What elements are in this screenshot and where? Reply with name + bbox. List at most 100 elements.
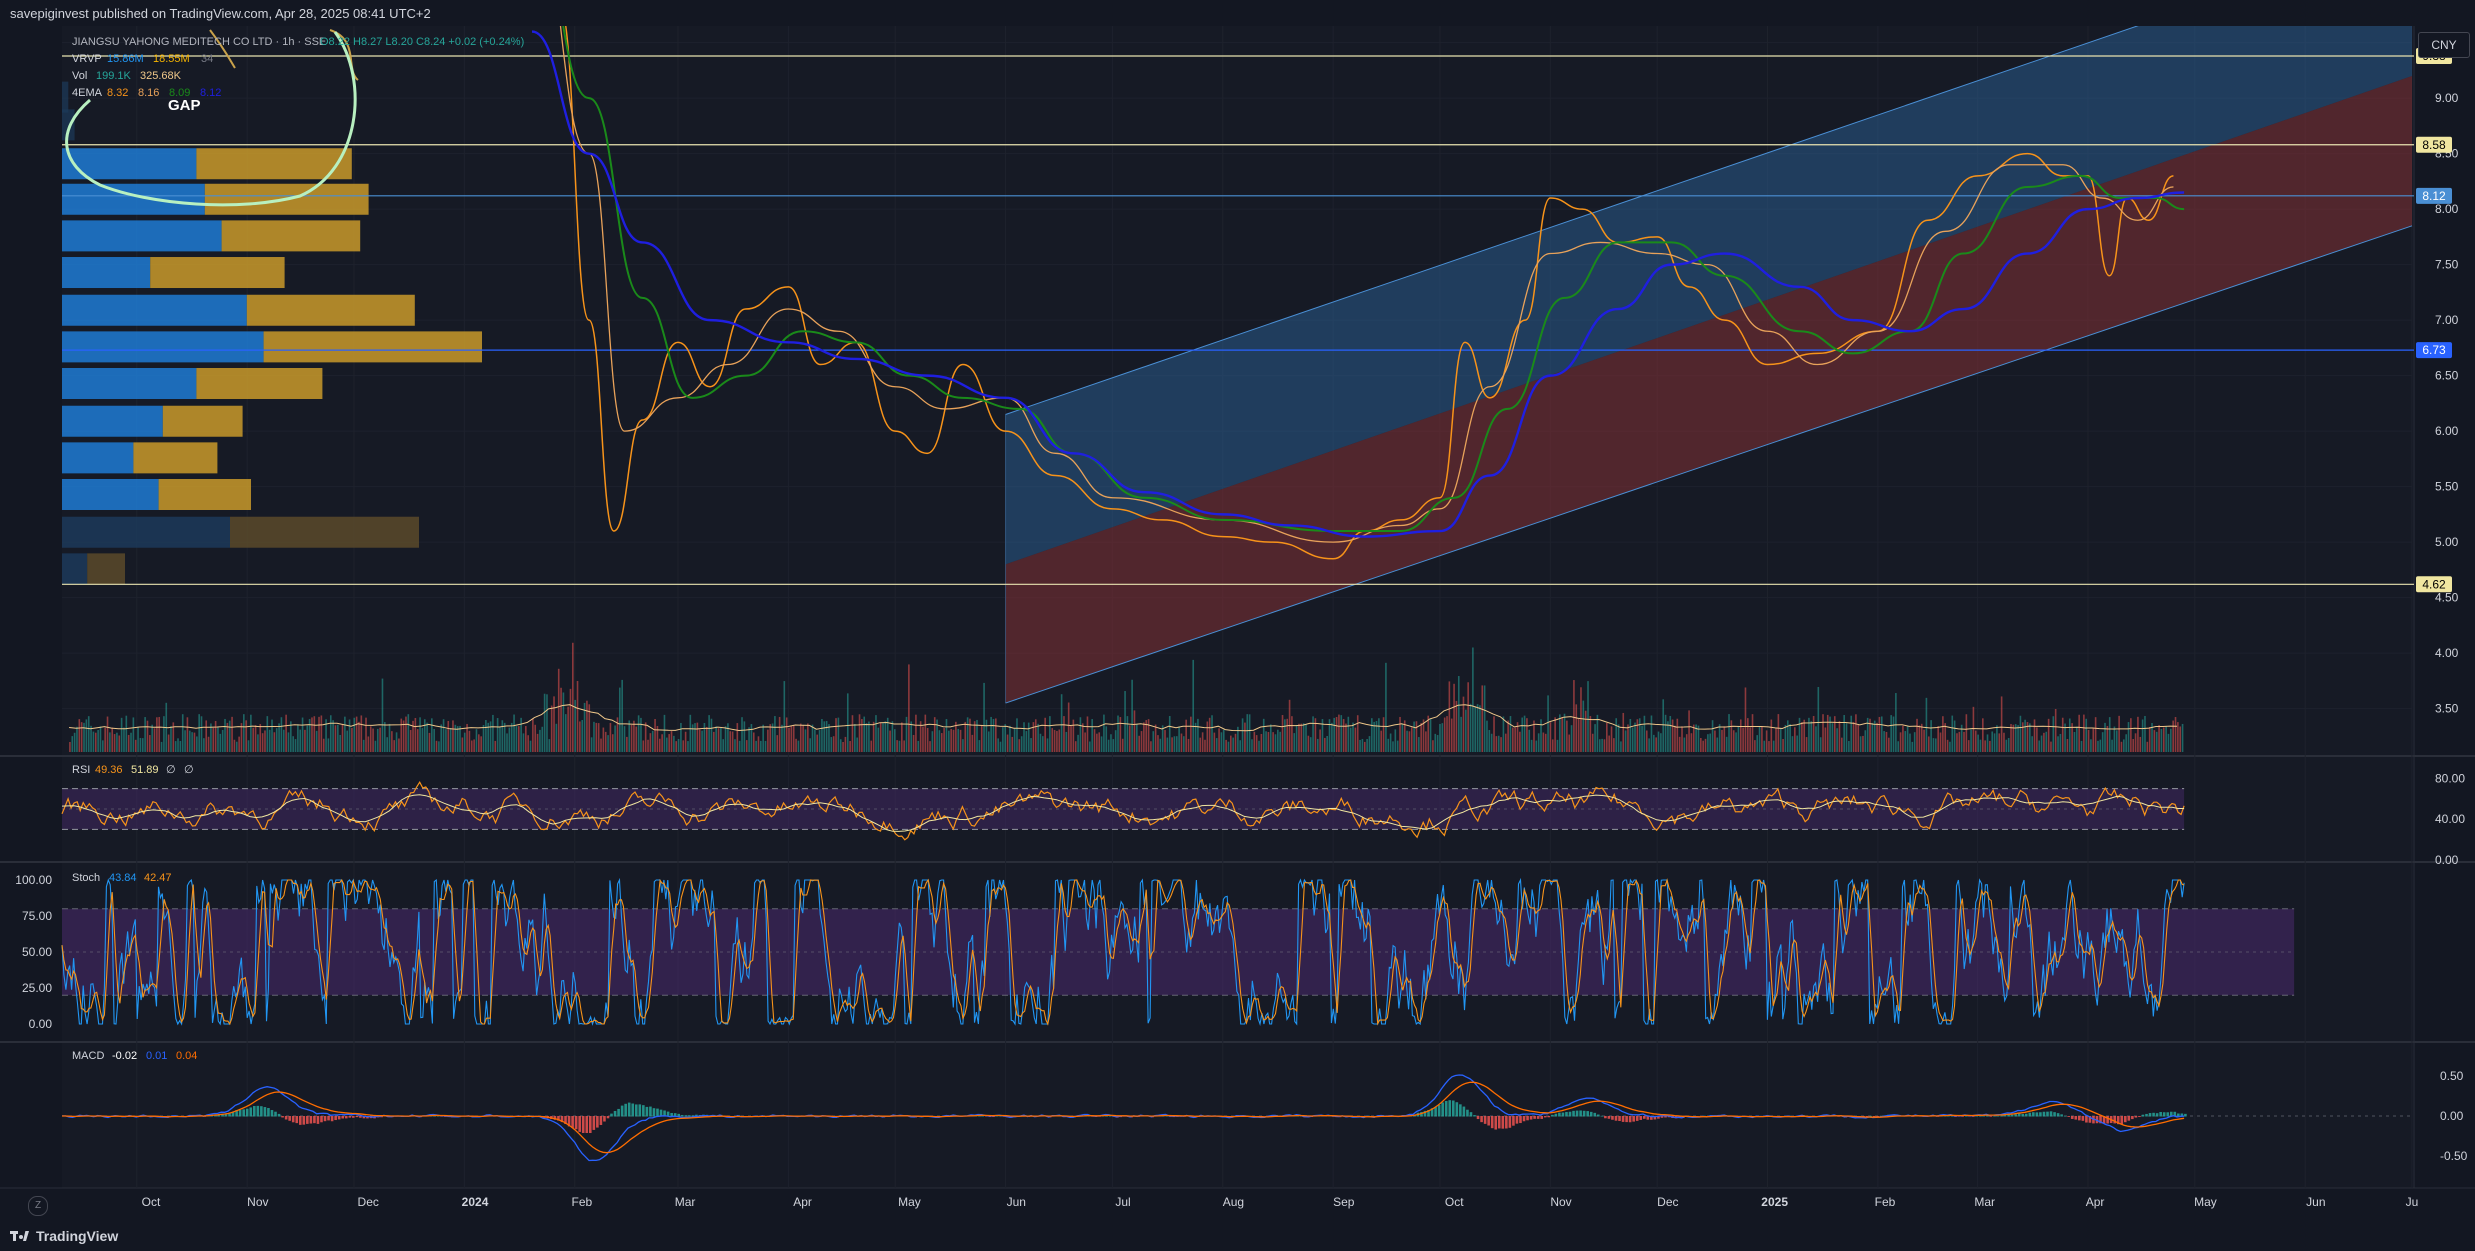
volume-bar	[1833, 716, 1836, 752]
volume-bar	[501, 720, 504, 752]
zoom-button[interactable]: Z	[28, 1196, 48, 1216]
volume-bar	[1561, 717, 1563, 752]
volume-bar	[461, 737, 464, 752]
volume-bar	[720, 728, 722, 752]
volume-bar	[825, 720, 828, 752]
macd-histogram-bar	[281, 1116, 284, 1118]
volume-bar	[205, 720, 208, 752]
volume-bar	[423, 719, 426, 752]
macd-histogram-bar	[2145, 1113, 2148, 1117]
macd-histogram-bar	[270, 1110, 274, 1117]
volume-bar	[1302, 723, 1305, 752]
volume-bar	[1211, 715, 1213, 752]
volume-bar	[1183, 736, 1185, 752]
volume-bar	[948, 730, 950, 752]
macd-histogram-bar	[2017, 1113, 2021, 1117]
volume-bar	[87, 716, 90, 752]
vrvp-legend-value-3: 34	[201, 53, 213, 65]
volume-bar	[1711, 720, 1714, 752]
volume-bar	[1218, 728, 1220, 752]
volume-bar	[915, 714, 917, 752]
macd-histogram-bar	[330, 1116, 334, 1122]
macd-histogram-bar	[1561, 1112, 1565, 1117]
volume-bar	[1201, 732, 1204, 752]
macd-histogram-bar	[1618, 1116, 1621, 1122]
volume-bar	[581, 720, 584, 752]
volume-bar	[160, 741, 163, 752]
tradingview-logo: TradingView	[10, 1228, 118, 1244]
macd-histogram-bar	[2032, 1112, 2035, 1117]
macd-histogram-bar	[606, 1116, 610, 1119]
volume-bar	[109, 732, 111, 752]
volume-bar	[1455, 700, 1458, 752]
volume-bar	[522, 733, 525, 752]
volume-bar	[750, 724, 753, 752]
volume-bar	[1916, 718, 1918, 752]
volume-bar	[1634, 722, 1636, 752]
volume-bar	[1803, 719, 1806, 752]
volume-bar	[1523, 715, 1526, 752]
volume-bar	[139, 737, 142, 752]
volume-bar	[2083, 714, 2085, 752]
volume-bar	[2097, 740, 2099, 752]
volume-bar	[2003, 732, 2005, 752]
volume-bar	[2130, 718, 2132, 752]
volume-bar	[1378, 718, 1380, 752]
macd-histogram-bar	[316, 1116, 320, 1124]
volume-bar	[1380, 730, 1383, 752]
volume-bar	[1168, 716, 1171, 752]
volume-bar	[715, 726, 717, 752]
macd-histogram-bar	[1466, 1109, 1469, 1117]
volume-bar	[1044, 717, 1046, 752]
volume-bar	[221, 729, 224, 752]
time-axis-label: Jun	[1007, 1195, 1026, 1209]
volume-bar	[503, 722, 506, 752]
macd-histogram-bar	[1434, 1107, 1437, 1117]
macd-histogram-bar	[1469, 1112, 1473, 1117]
volume-bar	[1859, 736, 1862, 752]
macd-histogram-bar	[344, 1116, 348, 1119]
time-axis-label: 2024	[462, 1195, 489, 1209]
volume-bar	[125, 715, 128, 752]
volume-bar	[2092, 727, 2095, 752]
volume-bar	[804, 729, 807, 752]
volume-bar	[1067, 702, 1070, 752]
volume-bar	[1984, 740, 1986, 752]
volume-bar	[1246, 714, 1249, 752]
volume-bar	[73, 732, 76, 752]
volume-bar	[1366, 738, 1368, 752]
volume-bar	[374, 740, 377, 752]
volume-bar	[2148, 727, 2151, 752]
volume-bar	[757, 736, 760, 752]
volume-bar	[1986, 734, 1989, 752]
volume-bar	[532, 718, 534, 752]
rsi-axis-tick: 80.00	[2435, 771, 2465, 785]
volume-bar	[1415, 721, 1418, 752]
volume-bar	[348, 719, 351, 752]
volume-bar	[1744, 687, 1747, 752]
currency-selector[interactable]: CNY	[2418, 32, 2470, 58]
volume-bar	[485, 720, 487, 752]
volume-bar	[1100, 736, 1103, 752]
volume-bar	[76, 726, 78, 752]
volume-bar	[670, 731, 673, 752]
volume-bar	[1805, 737, 1808, 752]
volume-bar	[280, 717, 283, 752]
macd-histogram-bar	[1593, 1112, 1597, 1117]
volume-bar	[858, 714, 861, 752]
volume-bar	[83, 722, 85, 752]
macd-histogram-bar	[2046, 1111, 2049, 1117]
volume-bar	[315, 730, 318, 752]
macd-histogram-bar	[1632, 1116, 1635, 1122]
ema-legend-value-3: 8.09	[169, 87, 190, 99]
volume-bar	[1443, 717, 1446, 752]
volume-bar	[795, 738, 797, 752]
volume-bar	[1669, 715, 1672, 752]
chart-canvas[interactable]: GAP JIANGSU YAHONG MEDITECH CO LTD · 1h ·…	[0, 26, 2475, 1222]
volume-bar	[553, 696, 555, 752]
volume-bar	[607, 735, 609, 752]
volume-bar	[1070, 725, 1072, 752]
volume-bar	[1554, 717, 1556, 752]
volume-bar	[1683, 737, 1686, 752]
volume-bar	[266, 716, 269, 752]
